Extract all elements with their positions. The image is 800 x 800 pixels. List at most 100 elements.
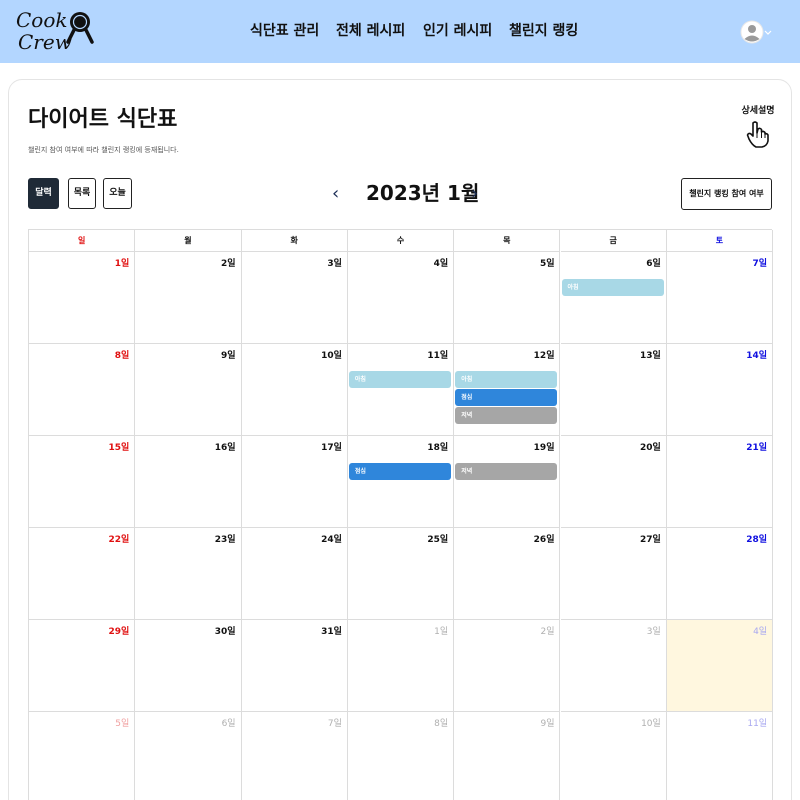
calendar-day-cell[interactable]: 9일 bbox=[135, 344, 242, 436]
logo-text-line1: Cook bbox=[16, 8, 68, 32]
day-number: 21일 bbox=[746, 443, 768, 453]
weekday-mon: 월 bbox=[135, 230, 242, 252]
calendar-day-cell[interactable]: 11일 아침 bbox=[347, 344, 455, 436]
calendar-day-cell[interactable]: 6일 bbox=[135, 712, 242, 800]
calendar-day-cell[interactable]: 20일 bbox=[560, 436, 667, 528]
calendar-day-cell[interactable]: 13일 bbox=[560, 344, 667, 436]
calendar-day-cell[interactable]: 1일 bbox=[29, 252, 136, 344]
calendar-day-cell[interactable]: 4일 bbox=[666, 620, 774, 712]
calendar-day-cell[interactable]: 15일 bbox=[29, 436, 136, 528]
calendar-day-cell[interactable]: 5일 bbox=[29, 712, 136, 800]
calendar-day-cell[interactable]: 8일 bbox=[348, 712, 455, 800]
view-calendar-button[interactable]: 달력 bbox=[28, 178, 59, 209]
calendar-day-cell[interactable]: 3일 bbox=[560, 620, 667, 712]
meal-event-dinner[interactable]: 저녁 bbox=[455, 463, 558, 480]
calendar-day-cell[interactable]: 2일 bbox=[454, 620, 561, 712]
nav-item-meal-plan[interactable]: 식단표 관리 bbox=[250, 20, 319, 42]
user-circle-icon bbox=[740, 20, 772, 44]
prev-month-arrow[interactable]: ‹ bbox=[332, 182, 339, 206]
calendar-day-cell[interactable]: 31일 bbox=[241, 620, 348, 712]
day-number: 13일 bbox=[639, 351, 661, 361]
calendar-day-cell[interactable]: 28일 bbox=[666, 528, 774, 620]
calendar-day-cell[interactable]: 10일 bbox=[241, 344, 348, 436]
day-number: 28일 bbox=[746, 535, 768, 545]
calendar-day-cell[interactable]: 1일 bbox=[347, 620, 455, 712]
month-calendar: 일 월 화 수 목 금 토 1일 2일 3일 4일 5일 6일 아침 7일 8일 9일 10일 11일… bbox=[28, 229, 774, 800]
calendar-day-cell[interactable]: 25일 bbox=[347, 528, 455, 620]
calendar-day-cell[interactable]: 7일 bbox=[242, 712, 348, 800]
calendar-day-cell[interactable]: 12일아침 점심 저녁 bbox=[454, 344, 561, 436]
day-number: 14일 bbox=[746, 351, 768, 361]
calendar-day-cell[interactable]: 4일 bbox=[347, 252, 455, 344]
nav-item-all-recipes[interactable]: 전체 레시피 bbox=[336, 20, 405, 42]
next-month-arrow[interactable]: › bbox=[471, 182, 478, 206]
meal-event-dinner[interactable]: 저녁 bbox=[455, 407, 558, 424]
weekday-wed: 수 bbox=[347, 230, 455, 252]
calendar-day-cell[interactable]: 7일 bbox=[666, 252, 774, 344]
calendar-day-cell[interactable]: 27일 bbox=[560, 528, 667, 620]
day-number: 24일 bbox=[321, 535, 342, 545]
day-number: 5일 bbox=[115, 719, 130, 729]
day-number: 2일 bbox=[221, 259, 236, 269]
day-number: 25일 bbox=[427, 535, 449, 545]
day-number: 3일 bbox=[646, 627, 661, 637]
meal-event-lunch[interactable]: 점심 bbox=[455, 389, 558, 406]
page-title: 다이어트 식단표 bbox=[28, 107, 178, 132]
day-number: 2일 bbox=[540, 627, 555, 637]
day-number: 6일 bbox=[221, 719, 236, 729]
calendar-day-cell[interactable]: 11일 bbox=[667, 712, 774, 800]
calendar-day-cell[interactable]: 16일 bbox=[135, 436, 242, 528]
spoon-pan-icon bbox=[66, 12, 94, 44]
calendar-day-cell[interactable]: 18일 점심 bbox=[347, 436, 455, 528]
calendar-day-cell[interactable]: 10일 bbox=[561, 712, 667, 800]
calendar-day-cell[interactable]: 22일 bbox=[29, 528, 136, 620]
day-number: 12일 bbox=[533, 351, 555, 361]
day-number: 7일 bbox=[327, 719, 342, 729]
meal-event-breakfast[interactable]: 아침 bbox=[348, 371, 452, 388]
day-number: 16일 bbox=[214, 443, 236, 453]
day-number: 4일 bbox=[433, 259, 449, 269]
weekday-tue: 화 bbox=[241, 230, 348, 252]
calendar-day-cell[interactable]: 14일 bbox=[666, 344, 774, 436]
today-button[interactable]: 오늘 bbox=[103, 178, 132, 209]
calendar-day-cell[interactable]: 5일 bbox=[454, 252, 561, 344]
hand-pointer-icon bbox=[746, 121, 769, 148]
calendar-day-cell[interactable]: 3일 bbox=[241, 252, 348, 344]
calendar-day-cell[interactable]: 9일 bbox=[454, 712, 561, 800]
nav-item-popular-recipes[interactable]: 인기 레시피 bbox=[423, 20, 492, 42]
calendar-day-cell[interactable]: 6일 아침 bbox=[560, 252, 667, 344]
calendar-day-cell[interactable]: 2일 bbox=[135, 252, 242, 344]
page-subtitle: 챌린지 참여 여부에 따라 챌린지 랭킹에 등재됩니다. bbox=[28, 146, 179, 154]
calendar-day-cell[interactable]: 17일 bbox=[241, 436, 348, 528]
day-number: 8일 bbox=[434, 719, 449, 729]
weekday-sat: 토 bbox=[666, 230, 774, 252]
user-menu[interactable] bbox=[740, 18, 772, 46]
weekday-fri: 금 bbox=[560, 230, 667, 252]
calendar-day-cell[interactable]: 8일 bbox=[29, 344, 136, 436]
meal-event-breakfast[interactable]: 아침 bbox=[455, 371, 558, 388]
meal-event-breakfast[interactable]: 아침 bbox=[561, 279, 664, 296]
day-number: 22일 bbox=[108, 535, 130, 545]
day-number: 27일 bbox=[639, 535, 661, 545]
calendar-day-cell[interactable]: 29일 bbox=[29, 620, 136, 712]
calendar-day-cell[interactable]: 30일 bbox=[135, 620, 242, 712]
detail-help-button[interactable]: 상세설명 bbox=[735, 104, 781, 152]
view-list-button[interactable]: 목록 bbox=[68, 178, 96, 209]
current-month-label: 2023년 1월 bbox=[366, 181, 480, 205]
calendar-day-cell[interactable]: 26일 bbox=[454, 528, 561, 620]
day-number: 11일 bbox=[747, 719, 768, 729]
top-navbar: Cook Crew 식단표 관리 전체 레시피 인기 레시피 챌린지 랭킹 bbox=[0, 0, 800, 63]
day-number: 23일 bbox=[214, 535, 236, 545]
calendar-day-cell[interactable]: 24일 bbox=[241, 528, 348, 620]
weekday-sun: 일 bbox=[29, 230, 136, 252]
challenge-ranking-participation-button[interactable]: 챌린지 랭킹 참여 여부 bbox=[681, 178, 772, 210]
meal-event-lunch[interactable]: 점심 bbox=[348, 463, 452, 480]
day-number: 4일 bbox=[753, 627, 768, 637]
cookcrew-logo[interactable]: Cook Crew bbox=[16, 8, 96, 54]
calendar-day-cell[interactable]: 23일 bbox=[135, 528, 242, 620]
calendar-day-cell[interactable]: 21일 bbox=[666, 436, 774, 528]
day-number: 30일 bbox=[214, 627, 236, 637]
day-number: 17일 bbox=[321, 443, 342, 453]
nav-item-challenge-ranking[interactable]: 챌린지 랭킹 bbox=[509, 20, 578, 42]
calendar-day-cell[interactable]: 19일 저녁 bbox=[454, 436, 561, 528]
